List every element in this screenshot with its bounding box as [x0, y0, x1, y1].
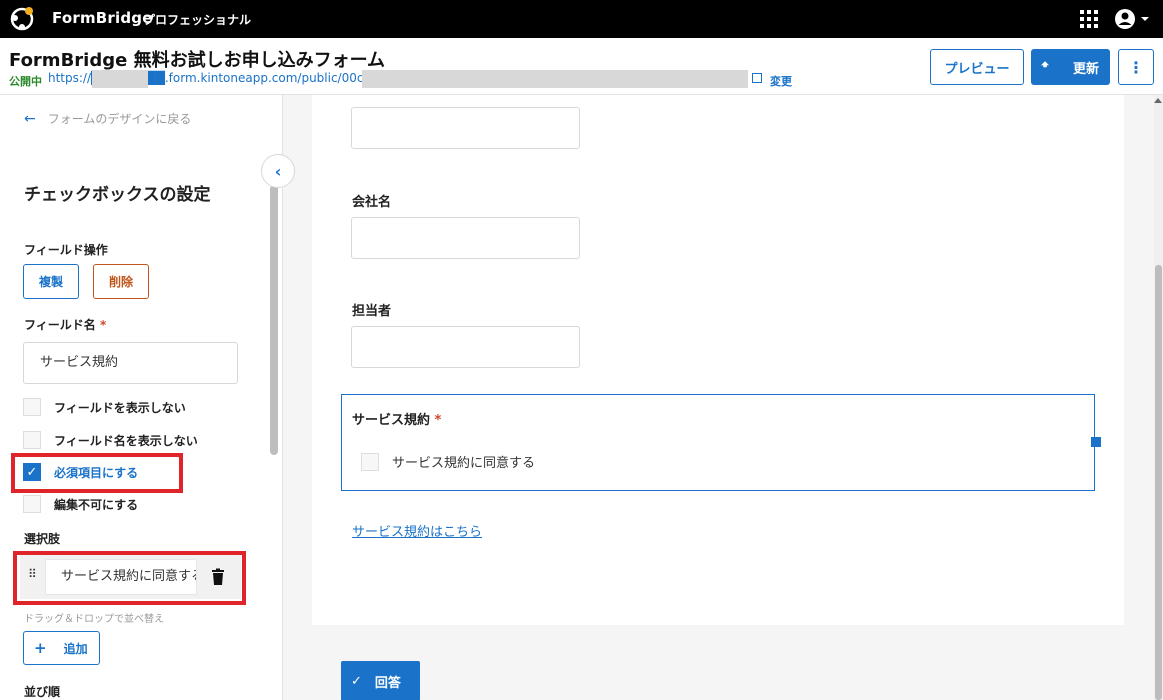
resize-handle[interactable]	[1091, 437, 1101, 447]
brand-name: FormBridge	[52, 9, 153, 27]
form-title: FormBridge 無料お試しお申し込みフォーム	[9, 50, 386, 71]
top-bar: FormBridge プロフェッショナル	[0, 0, 1163, 38]
terms-link[interactable]: サービス規約はこちら	[352, 521, 482, 540]
text-field-input[interactable]	[351, 107, 580, 149]
panel-heading: チェックボックスの設定	[24, 185, 211, 205]
field-name-label-text: フィールド名	[24, 318, 96, 332]
edition-label: プロフェッショナル	[143, 13, 252, 27]
duplicate-button[interactable]: 複製	[23, 264, 79, 299]
checkbox-label: 編集不可にする	[54, 497, 139, 512]
formbridge-logo-icon	[10, 7, 34, 31]
settings-panel: ← フォームのデザインに戻る チェックボックスの設定 フィールド操作 複製 削除…	[0, 95, 283, 700]
field-name-input[interactable]: サービス規約	[23, 342, 238, 384]
field-ops-label: フィールド操作	[24, 243, 108, 257]
terms-title-text: サービス規約	[352, 413, 431, 428]
checkbox-box[interactable]	[23, 398, 41, 416]
delete-button[interactable]: 削除	[93, 264, 149, 299]
update-button-label: 更新	[1073, 61, 1100, 77]
person-label: 担当者	[352, 304, 392, 319]
company-label: 会社名	[352, 195, 392, 210]
submit-button[interactable]: ✓ 回答	[341, 661, 420, 700]
update-button[interactable]: 🠹 更新	[1031, 49, 1110, 85]
back-link-label: フォームのデザインに戻る	[47, 112, 192, 126]
required-star: *	[99, 318, 107, 332]
chevron-left-icon: ‹	[274, 161, 282, 181]
status-badge: 公開中	[9, 75, 42, 88]
sort-order-label: 並び順	[24, 685, 61, 699]
required-star: *	[434, 413, 442, 428]
checkbox-label: フィールド名を表示しない	[54, 433, 198, 448]
redacted-area	[362, 70, 748, 88]
form-canvas: 会社名 担当者 サービス規約 * サービス規約に同意する サービス規約はこちら …	[283, 95, 1163, 700]
company-input[interactable]	[351, 217, 580, 259]
readonly-checkbox[interactable]: 編集不可にする	[23, 495, 138, 513]
scrollbar-thumb[interactable]	[1155, 265, 1162, 700]
collapse-panel-button[interactable]: ‹	[261, 154, 295, 188]
redacted-area	[92, 70, 148, 88]
back-to-design-link[interactable]: ← フォームのデザインに戻る	[24, 110, 191, 127]
terms-field-selected[interactable]: サービス規約 * サービス規約に同意する	[341, 394, 1101, 491]
terms-field-title: サービス規約 *	[352, 409, 441, 428]
panel-scrollbar[interactable]	[270, 185, 278, 455]
arrow-left-icon: ←	[24, 110, 36, 127]
upload-icon: 🠹	[1041, 58, 1050, 73]
account-icon[interactable]	[1114, 8, 1152, 30]
main-scrollbar[interactable]	[1154, 95, 1163, 700]
scroll-up-icon[interactable]	[1154, 98, 1162, 103]
options-label: 選択肢	[24, 532, 61, 546]
field-name-label: フィールド名 *	[24, 316, 106, 333]
drag-hint: ドラッグ＆ドロップで並べ替え	[24, 614, 164, 625]
submit-label: 回答	[374, 675, 401, 691]
terms-agree-checkbox[interactable]: サービス規約に同意する	[361, 452, 535, 471]
add-option-button[interactable]: + 追加	[23, 631, 100, 665]
more-options-button[interactable]: ⋮	[1118, 49, 1154, 85]
preview-button[interactable]: プレビュー	[930, 49, 1024, 85]
form-preview: 会社名 担当者 サービス規約 * サービス規約に同意する サービス規約はこちら	[312, 95, 1124, 625]
more-vertical-icon: ⋮	[1128, 57, 1144, 77]
checkbox-box[interactable]	[361, 452, 379, 471]
hide-field-name-checkbox[interactable]: フィールド名を表示しない	[23, 431, 198, 449]
terms-agree-label: サービス規約に同意する	[392, 456, 536, 471]
external-link-icon[interactable]	[752, 73, 762, 83]
add-button-label: 追加	[63, 641, 88, 656]
apps-grid-icon[interactable]	[1080, 10, 1098, 28]
checkbox-box[interactable]	[23, 495, 41, 513]
form-header: FormBridge 無料お試しお申し込みフォーム 公開中 https://██…	[0, 38, 1163, 95]
plus-icon: +	[34, 639, 47, 657]
highlight-box	[11, 453, 183, 493]
checkbox-label: フィールドを表示しない	[54, 400, 186, 415]
change-url-link[interactable]: 変更	[770, 73, 792, 89]
checkbox-box[interactable]	[23, 431, 41, 449]
check-icon: ✓	[351, 673, 362, 689]
hide-field-checkbox[interactable]: フィールドを表示しない	[23, 398, 186, 416]
person-input[interactable]	[351, 326, 580, 368]
highlight-box	[13, 551, 246, 605]
